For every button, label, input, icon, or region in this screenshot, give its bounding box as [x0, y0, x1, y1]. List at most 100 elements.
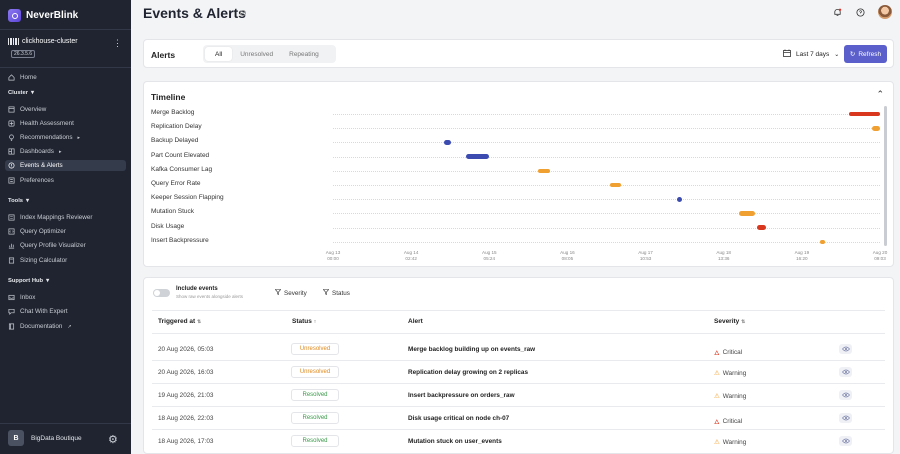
col-status-label: Status: [292, 318, 312, 325]
tab-unresolved[interactable]: Unresolved: [232, 47, 281, 61]
nav-inbox-label: Inbox: [20, 294, 36, 301]
timeline-event-bar[interactable]: [444, 140, 452, 145]
severity-filter-button[interactable]: Severity: [274, 289, 307, 297]
cluster-selector[interactable]: clickhouse-cluster 26.3.5.6 ⋮: [8, 37, 124, 63]
app-name: NeverBlink: [26, 10, 79, 21]
nav-health[interactable]: Health Assessment: [8, 118, 74, 129]
refresh-icon: ↻: [849, 51, 856, 58]
date-range-picker[interactable]: Last 7 days ⌄: [783, 49, 839, 59]
lightbulb-icon: [8, 134, 15, 141]
filter-icon: [274, 289, 282, 297]
refresh-button[interactable]: ↻ Refresh: [844, 45, 887, 63]
alert-name-cell[interactable]: Disk usage critical on node ch-07: [408, 415, 509, 422]
nav-events-alerts[interactable]: Events & Alerts: [5, 160, 126, 171]
nav-sizing-label: Sizing Calculator: [20, 257, 68, 264]
nav-chat[interactable]: Chat With Expert: [8, 306, 68, 317]
org-name: BigData Boutique: [31, 434, 82, 442]
timeline-event-bar[interactable]: [609, 182, 621, 188]
alert-name-cell[interactable]: Merge backlog building up on events_raw: [408, 346, 535, 353]
triggered-at-cell: 20 Aug 2026, 16:03: [158, 369, 214, 376]
timeline-scrollbar[interactable]: [884, 106, 887, 246]
tick-time: 02:42: [405, 256, 417, 261]
eye-icon[interactable]: [839, 436, 852, 446]
status-filter-button[interactable]: Status: [322, 289, 350, 297]
nav-preferences[interactable]: Preferences: [8, 175, 54, 186]
caret-down-icon: ▾: [46, 278, 50, 284]
timeline-tick-label: Aug 16 08:05: [552, 250, 582, 262]
section-support[interactable]: Support Hub ▾: [8, 278, 49, 284]
warning-triangle-icon: ⚠: [714, 393, 720, 400]
timeline-row-track: [333, 227, 880, 229]
severity-cell: ⚠ Warning: [714, 392, 746, 401]
eye-icon[interactable]: [839, 413, 852, 423]
col-severity[interactable]: Severity ⇅: [714, 318, 745, 325]
eye-icon[interactable]: [839, 390, 852, 400]
divider: [152, 383, 885, 384]
timeline-event-bar[interactable]: [820, 239, 826, 245]
sidebar: NeverBlink clickhouse-cluster 26.3.5.6 ⋮…: [0, 0, 131, 454]
col-status[interactable]: Status ↑: [292, 318, 316, 325]
alert-name-cell[interactable]: Insert backpressure on orders_raw: [408, 392, 515, 399]
page-title: Events & Alerts: [143, 5, 246, 21]
alerts-filter-tabs: All Unresolved Repeating: [203, 45, 336, 63]
user-avatar[interactable]: [878, 5, 892, 19]
nav-health-label: Health Assessment: [20, 120, 74, 127]
org-switcher[interactable]: B BigData Boutique: [8, 430, 82, 446]
nav-recommendations-label: Recommendations: [20, 134, 73, 141]
section-cluster[interactable]: Cluster ▾: [8, 90, 34, 96]
notification-bell-icon[interactable]: [833, 8, 842, 19]
include-events-toggle[interactable]: [153, 289, 170, 297]
nav-home[interactable]: Home: [8, 72, 37, 83]
section-tools[interactable]: Tools ▾: [8, 198, 29, 204]
nav-query-profile[interactable]: Query Profile Visualizer: [8, 240, 86, 251]
chart-icon: [8, 242, 15, 249]
status-filter-label: Status: [332, 289, 350, 297]
divider: [152, 406, 885, 407]
overview-icon: [8, 106, 15, 113]
severity-label: Warning: [722, 438, 747, 446]
section-tools-label: Tools: [8, 198, 24, 204]
eye-icon[interactable]: [839, 367, 852, 377]
sliders-icon: [8, 177, 15, 184]
more-vertical-icon[interactable]: ⋮: [113, 39, 122, 48]
caret-right-icon: ▸: [77, 134, 81, 141]
timeline-event-bar[interactable]: [756, 225, 766, 230]
status-badge: Unresolved: [291, 343, 339, 355]
nav-dashboards[interactable]: Dashboards ▸: [8, 146, 61, 157]
nav-sizing[interactable]: Sizing Calculator: [8, 255, 67, 266]
eye-icon[interactable]: [839, 344, 852, 354]
nav-docs[interactable]: Documentation ↗: [8, 321, 72, 332]
nav-index-reviewer[interactable]: Index Mappings Reviewer: [8, 212, 92, 223]
cluster-version-badge: 26.3.5.6: [11, 50, 36, 58]
status-badge: Resolved: [291, 389, 339, 401]
triggered-at-cell: 18 Aug 2026, 22:03: [158, 415, 214, 422]
timeline-tick-label: Aug 14 02:42: [396, 250, 426, 262]
warning-triangle-icon: ⚠: [714, 370, 720, 377]
timeline-row-label: Insert Backpressure: [151, 236, 209, 244]
alert-name-cell[interactable]: Replication delay growing on 2 replicas: [408, 369, 528, 376]
help-chat-icon[interactable]: [856, 8, 865, 19]
timeline-row-track: [333, 199, 880, 201]
alert-name-cell[interactable]: Mutation stuck on user_events: [408, 438, 502, 445]
col-triggered-at[interactable]: Triggered at ⇅: [158, 318, 201, 325]
tick-time: 10:53: [639, 256, 652, 261]
timeline-event-bar[interactable]: [465, 154, 489, 159]
gear-icon[interactable]: ⚙: [108, 433, 118, 446]
timeline-row-track: [333, 213, 880, 215]
collapse-chevron-icon[interactable]: ⌃: [876, 89, 884, 100]
info-icon[interactable]: i: [240, 10, 246, 16]
tab-repeating[interactable]: Repeating: [281, 47, 327, 61]
tab-all[interactable]: All: [205, 47, 233, 61]
chat-icon: [8, 308, 15, 315]
nav-inbox[interactable]: Inbox: [8, 292, 35, 303]
timeline-tick-label: Aug 13 00:00: [318, 250, 348, 262]
timeline-event-bar[interactable]: [871, 126, 880, 131]
app-logo[interactable]: NeverBlink: [8, 9, 78, 22]
nav-recommendations[interactable]: Recommendations ▸: [8, 132, 80, 143]
nav-query-optimizer[interactable]: Query Optimizer: [8, 226, 66, 237]
timeline-event-bar[interactable]: [537, 168, 551, 174]
timeline-event-bar[interactable]: [738, 211, 755, 216]
timeline-event-bar[interactable]: [849, 111, 880, 117]
timeline-event-bar[interactable]: [677, 197, 682, 202]
nav-overview[interactable]: Overview: [8, 104, 46, 115]
